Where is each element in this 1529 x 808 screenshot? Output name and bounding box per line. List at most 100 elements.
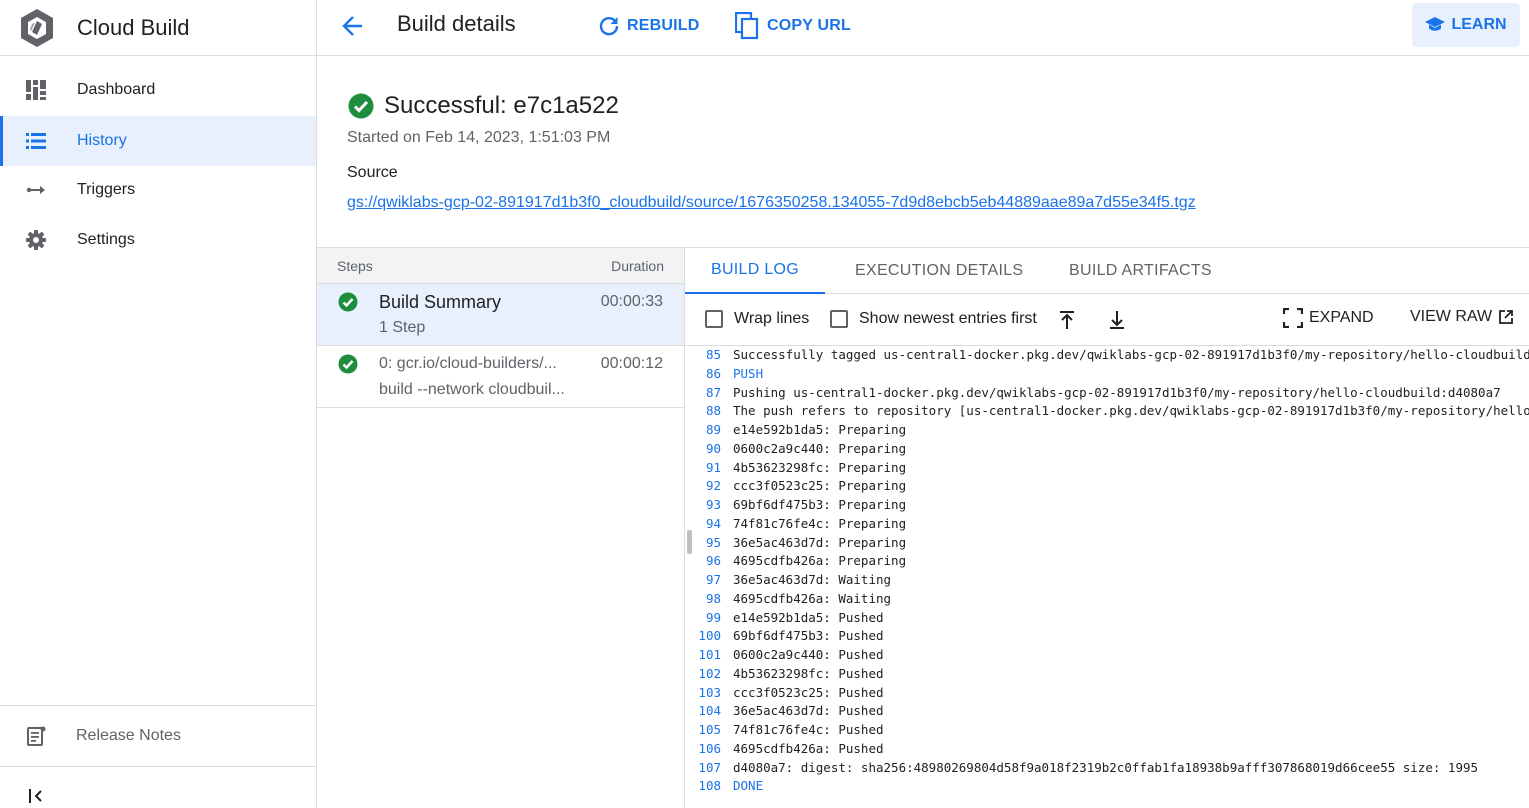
step-duration: 00:00:33 xyxy=(600,293,663,310)
log-line-number[interactable]: 100 xyxy=(685,627,721,646)
log-line-text: d4080a7: digest: sha256:48980269804d58f9… xyxy=(733,759,1479,775)
log-line: 92 ccc3f0523c25: Preparing xyxy=(685,477,1529,496)
log-line: 100 69bf6df475b3: Pushed xyxy=(685,627,1529,646)
log-line-number[interactable]: 95 xyxy=(685,534,721,553)
log-line-text: 4b53623298fc: Preparing xyxy=(733,459,907,475)
copy-url-button[interactable]: COPY URL xyxy=(735,12,851,40)
sidebar-header: Cloud Build xyxy=(0,0,316,56)
log-line-number[interactable]: 86 xyxy=(685,365,721,384)
log-line-text: 4695cdfb426a: Preparing xyxy=(733,553,907,569)
collapse-sidebar-icon[interactable] xyxy=(26,786,46,806)
scroll-to-bottom-icon[interactable] xyxy=(1105,308,1129,332)
log-tabs: BUILD LOG EXECUTION DETAILS BUILD ARTIFA… xyxy=(685,248,1529,294)
log-line-text: 36e5ac463d7d: Waiting xyxy=(733,572,892,587)
copy-url-label: COPY URL xyxy=(767,17,851,34)
sidebar-divider xyxy=(0,705,316,706)
log-line-number[interactable]: 101 xyxy=(685,646,721,665)
log-line-text: 36e5ac463d7d: Pushed xyxy=(733,703,884,719)
log-line-number[interactable]: 96 xyxy=(685,552,721,571)
log-line: 91 4b53623298fc: Preparing xyxy=(685,459,1529,478)
log-line: 102 4b53623298fc: Pushed xyxy=(685,665,1529,684)
success-check-icon xyxy=(338,354,358,374)
log-line-number[interactable]: 92 xyxy=(685,477,721,496)
tab-build-artifacts[interactable]: BUILD ARTIFACTS xyxy=(1069,248,1212,294)
log-line-number[interactable]: 91 xyxy=(685,459,721,478)
log-line: 105 74f81c76fe4c: Pushed xyxy=(685,721,1529,740)
log-line-text: e14e592b1da5: Pushed xyxy=(733,609,884,625)
log-line-text: Pushing us-central1-docker.pkg.dev/qwikl… xyxy=(733,384,1501,400)
sidebar-item-dashboard[interactable]: Dashboard xyxy=(0,65,316,115)
copy-icon xyxy=(735,12,759,40)
log-line-number[interactable]: 89 xyxy=(685,421,721,440)
expand-label: EXPAND xyxy=(1309,309,1374,326)
page-title: Build details xyxy=(397,11,516,36)
steps-header: Steps Duration xyxy=(317,248,684,284)
refresh-icon xyxy=(599,17,619,36)
log-line: 87 Pushing us-central1-docker.pkg.dev/qwi… xyxy=(685,384,1529,403)
wrap-lines-label: Wrap lines xyxy=(734,310,810,327)
tab-build-log[interactable]: BUILD LOG xyxy=(685,248,825,294)
newest-first-checkbox[interactable]: Show newest entries first xyxy=(830,310,1037,328)
log-line-number[interactable]: 97 xyxy=(685,571,721,590)
log-line: 93 69bf6df475b3: Preparing xyxy=(685,496,1529,515)
triggers-icon xyxy=(26,186,45,194)
sidebar-item-triggers[interactable]: Triggers xyxy=(0,165,316,215)
log-line-text: 36e5ac463d7d: Preparing xyxy=(733,534,907,550)
gear-icon xyxy=(26,230,46,250)
expand-button[interactable]: EXPAND xyxy=(1283,308,1374,328)
learn-button[interactable]: LEARN xyxy=(1412,3,1520,47)
success-check-icon xyxy=(348,93,374,119)
log-line-number[interactable]: 88 xyxy=(685,402,721,421)
fullscreen-icon xyxy=(1283,308,1303,328)
log-line: 94 74f81c76fe4c: Preparing xyxy=(685,515,1529,534)
log-line-text: e14e592b1da5: Preparing xyxy=(733,422,907,437)
wrap-lines-checkbox[interactable]: Wrap lines xyxy=(705,310,809,328)
log-line-number[interactable]: 106 xyxy=(685,740,721,759)
log-line: 85 Successfully tagged us-central1-docker… xyxy=(685,346,1529,365)
rebuild-button[interactable]: REBUILD xyxy=(597,12,700,40)
log-line-number[interactable]: 85 xyxy=(685,346,721,365)
log-line-text: 74f81c76fe4c: Preparing xyxy=(733,515,907,531)
log-line: 88 The push refers to repository [us-cent… xyxy=(685,402,1529,421)
log-line-text: 69bf6df475b3: Preparing xyxy=(733,497,907,512)
sidebar-item-label: History xyxy=(77,132,127,149)
log-line-number[interactable]: 87 xyxy=(685,384,721,403)
sidebar-divider xyxy=(0,766,316,767)
log-line-number[interactable]: 98 xyxy=(685,590,721,609)
log-line-number[interactable]: 107 xyxy=(685,759,721,778)
log-line: 106 4695cdfb426a: Pushed xyxy=(685,740,1529,759)
log-line: 103 ccc3f0523c25: Pushed xyxy=(685,684,1529,703)
log-line-number[interactable]: 102 xyxy=(685,665,721,684)
log-line-number[interactable]: 94 xyxy=(685,515,721,534)
tab-execution-details[interactable]: EXECUTION DETAILS xyxy=(855,248,1023,294)
log-line-number[interactable]: 103 xyxy=(685,684,721,703)
step-row-0[interactable]: 0: gcr.io/cloud-builders/... build --net… xyxy=(317,346,684,408)
source-link[interactable]: gs://qwiklabs-gcp-02-891917d1b3f0_cloudb… xyxy=(347,194,1196,212)
view-raw-button[interactable]: VIEW RAW xyxy=(1410,308,1514,326)
log-line: 90 0600c2a9c440: Preparing xyxy=(685,440,1529,459)
log-line-text: 0600c2a9c440: Pushed xyxy=(733,647,884,662)
log-line: 96 4695cdfb426a: Preparing xyxy=(685,552,1529,571)
scroll-to-top-icon[interactable] xyxy=(1055,308,1079,332)
log-line: 101 0600c2a9c440: Pushed xyxy=(685,646,1529,665)
log-line-number[interactable]: 105 xyxy=(685,721,721,740)
step-row-build-summary[interactable]: Build Summary 1 Step 00:00:33 xyxy=(317,284,684,346)
sidebar-item-history[interactable]: History xyxy=(0,116,316,166)
log-line-text: 74f81c76fe4c: Pushed xyxy=(733,722,884,737)
release-notes-label: Release Notes xyxy=(76,727,181,744)
log-line-text: 0600c2a9c440: Preparing xyxy=(733,440,907,456)
log-line-number[interactable]: 99 xyxy=(685,609,721,628)
cloud-build-logo-icon xyxy=(21,8,53,47)
sidebar-item-settings[interactable]: Settings xyxy=(0,215,316,265)
log-line-number[interactable]: 108 xyxy=(685,777,721,796)
release-notes-link[interactable]: Release Notes xyxy=(0,712,316,760)
log-line: 104 36e5ac463d7d: Pushed xyxy=(685,702,1529,721)
sidebar-item-label: Triggers xyxy=(77,181,136,198)
view-raw-label: VIEW RAW xyxy=(1410,308,1493,325)
step-subtitle: 1 Step xyxy=(379,319,426,336)
learn-label: LEARN xyxy=(1451,16,1507,33)
back-arrow-icon[interactable] xyxy=(341,14,365,38)
log-line-number[interactable]: 90 xyxy=(685,440,721,459)
log-line-number[interactable]: 93 xyxy=(685,496,721,515)
log-line-number[interactable]: 104 xyxy=(685,702,721,721)
